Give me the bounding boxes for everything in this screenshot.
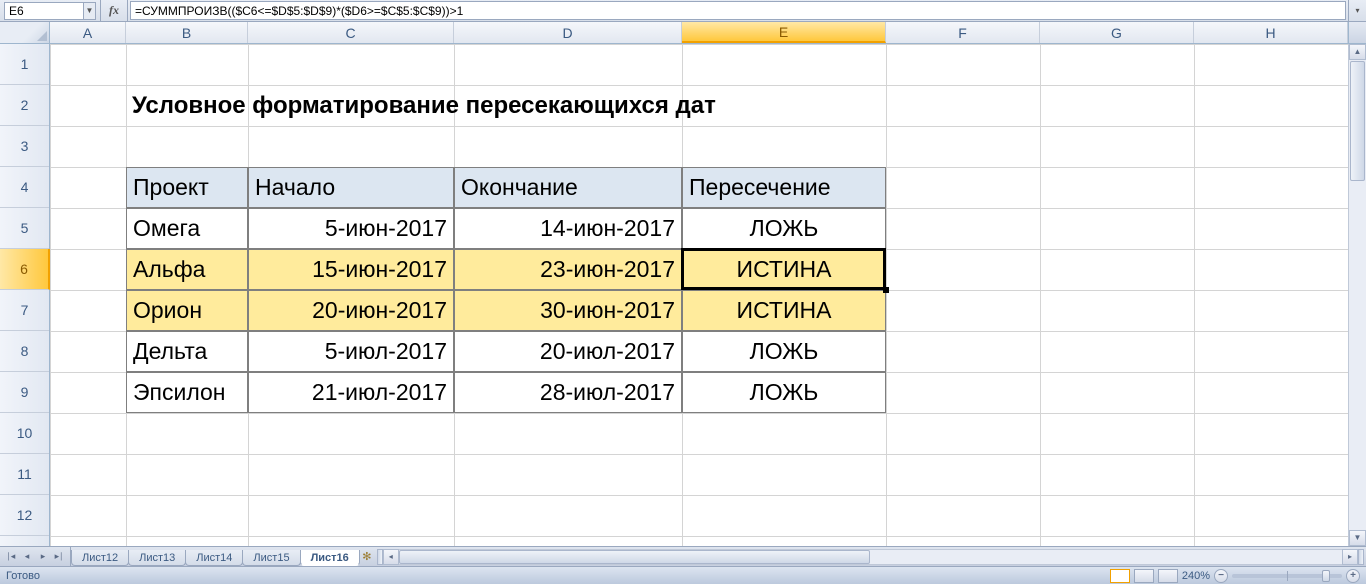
- scroll-right-button[interactable]: ▸: [1342, 549, 1358, 565]
- insert-sheet-button[interactable]: ✻: [359, 547, 375, 566]
- table-cell-proj-4[interactable]: Эпсилон: [126, 372, 248, 413]
- table-header-0[interactable]: Проект: [126, 167, 248, 208]
- formula-bar-expand[interactable]: ▾: [1348, 0, 1366, 21]
- table-cell-inter-0[interactable]: ЛОЖЬ: [682, 208, 886, 249]
- formula-bar: E6 ▼ fx =СУММПРОИЗВ(($C6<=$D$5:$D$9)*($D…: [0, 0, 1366, 22]
- row-header-7[interactable]: 7: [0, 290, 49, 331]
- sheet-tab-Лист12[interactable]: Лист12: [71, 550, 129, 566]
- fill-handle[interactable]: [883, 287, 889, 293]
- tab-nav-next[interactable]: ▸: [36, 550, 50, 564]
- sheet-tab-Лист14[interactable]: Лист14: [185, 550, 243, 566]
- tab-nav-prev[interactable]: ◂: [20, 550, 34, 564]
- row-header-11[interactable]: 11: [0, 454, 49, 495]
- table-header-3[interactable]: Пересечение: [682, 167, 886, 208]
- table-cell-end-1[interactable]: 23-июн-2017: [454, 249, 682, 290]
- sheet-tab-Лист13[interactable]: Лист13: [128, 550, 186, 566]
- scroll-down-button[interactable]: ▼: [1349, 530, 1366, 546]
- tab-nav-last[interactable]: ▸|: [52, 550, 66, 564]
- horizontal-scroll-thumb[interactable]: [399, 550, 871, 564]
- cells-area[interactable]: Условное форматирование пересекающихся д…: [50, 44, 1366, 546]
- row-header-10[interactable]: 10: [0, 413, 49, 454]
- column-header-H[interactable]: H: [1194, 22, 1348, 43]
- zoom-slider[interactable]: [1232, 574, 1342, 578]
- sheet-tab-Лист15[interactable]: Лист15: [242, 550, 300, 566]
- row-header-5[interactable]: 5: [0, 208, 49, 249]
- title-cell[interactable]: Условное форматирование пересекающихся д…: [126, 85, 1040, 126]
- table-header-1[interactable]: Начало: [248, 167, 454, 208]
- table-cell-end-3[interactable]: 20-июл-2017: [454, 331, 682, 372]
- scroll-left-button[interactable]: ◂: [383, 549, 399, 565]
- table-cell-end-0[interactable]: 14-июн-2017: [454, 208, 682, 249]
- zoom-out-button[interactable]: −: [1214, 569, 1228, 583]
- table-cell-proj-0[interactable]: Омега: [126, 208, 248, 249]
- fx-button[interactable]: fx: [105, 2, 123, 20]
- column-header-C[interactable]: C: [248, 22, 454, 43]
- column-header-F[interactable]: F: [886, 22, 1040, 43]
- table-cell-start-0[interactable]: 5-июн-2017: [248, 208, 454, 249]
- name-box[interactable]: E6: [4, 2, 84, 20]
- column-headers: ABCDEFGH: [0, 22, 1366, 44]
- row-header-2[interactable]: 2: [0, 85, 49, 126]
- row-header-1[interactable]: 1: [0, 44, 49, 85]
- table-cell-inter-1[interactable]: ИСТИНА: [682, 249, 886, 290]
- row-header-12[interactable]: 12: [0, 495, 49, 536]
- table-cell-end-4[interactable]: 28-июл-2017: [454, 372, 682, 413]
- view-normal-button[interactable]: [1110, 569, 1130, 583]
- sheet-tab-Лист16[interactable]: Лист16: [300, 550, 360, 566]
- zoom-percent[interactable]: 240%: [1182, 570, 1210, 582]
- column-header-A[interactable]: A: [50, 22, 126, 43]
- table-cell-start-3[interactable]: 5-июл-2017: [248, 331, 454, 372]
- row-header-9[interactable]: 9: [0, 372, 49, 413]
- row-header-3[interactable]: 3: [0, 126, 49, 167]
- row-headers: 123456789101112: [0, 44, 50, 546]
- table-cell-inter-2[interactable]: ИСТИНА: [682, 290, 886, 331]
- row-header-8[interactable]: 8: [0, 331, 49, 372]
- column-header-G[interactable]: G: [1040, 22, 1194, 43]
- table-cell-proj-1[interactable]: Альфа: [126, 249, 248, 290]
- hscroll-split-handle[interactable]: [1358, 549, 1364, 565]
- sheet-tab-bar: |◂ ◂ ▸ ▸| Лист12Лист13Лист14Лист15Лист16…: [0, 546, 1366, 566]
- zoom-slider-thumb[interactable]: [1322, 570, 1330, 582]
- table-cell-start-1[interactable]: 15-июн-2017: [248, 249, 454, 290]
- table-cell-inter-4[interactable]: ЛОЖЬ: [682, 372, 886, 413]
- table-header-2[interactable]: Окончание: [454, 167, 682, 208]
- column-header-scroll-gap: [1348, 22, 1366, 43]
- vertical-scroll-thumb[interactable]: [1350, 61, 1365, 181]
- horizontal-scroll-track[interactable]: [399, 549, 1342, 565]
- row-header-4[interactable]: 4: [0, 167, 49, 208]
- table-cell-proj-2[interactable]: Орион: [126, 290, 248, 331]
- zoom-in-button[interactable]: +: [1346, 569, 1360, 583]
- status-ready: Готово: [6, 570, 40, 582]
- row-header-6[interactable]: 6: [0, 249, 50, 290]
- table-cell-end-2[interactable]: 30-июн-2017: [454, 290, 682, 331]
- scroll-up-button[interactable]: ▲: [1349, 44, 1366, 60]
- view-page-layout-button[interactable]: [1134, 569, 1154, 583]
- column-header-D[interactable]: D: [454, 22, 682, 43]
- name-box-dropdown[interactable]: ▼: [84, 2, 96, 20]
- tab-nav: |◂ ◂ ▸ ▸|: [0, 547, 71, 566]
- status-bar: Готово 240% − +: [0, 566, 1366, 584]
- column-header-E[interactable]: E: [682, 22, 886, 43]
- formula-input[interactable]: =СУММПРОИЗВ(($C6<=$D$5:$D$9)*($D6>=$C$5:…: [130, 1, 1346, 20]
- column-header-B[interactable]: B: [126, 22, 248, 43]
- view-page-break-button[interactable]: [1158, 569, 1178, 583]
- worksheet: ABCDEFGH 123456789101112 Условное формат…: [0, 22, 1366, 546]
- table-cell-inter-3[interactable]: ЛОЖЬ: [682, 331, 886, 372]
- vertical-scrollbar[interactable]: ▲ ▼: [1348, 44, 1366, 546]
- table-cell-start-2[interactable]: 20-июн-2017: [248, 290, 454, 331]
- table-cell-proj-3[interactable]: Дельта: [126, 331, 248, 372]
- tab-nav-first[interactable]: |◂: [4, 550, 18, 564]
- table-cell-start-4[interactable]: 21-июл-2017: [248, 372, 454, 413]
- select-all-corner[interactable]: [0, 22, 50, 43]
